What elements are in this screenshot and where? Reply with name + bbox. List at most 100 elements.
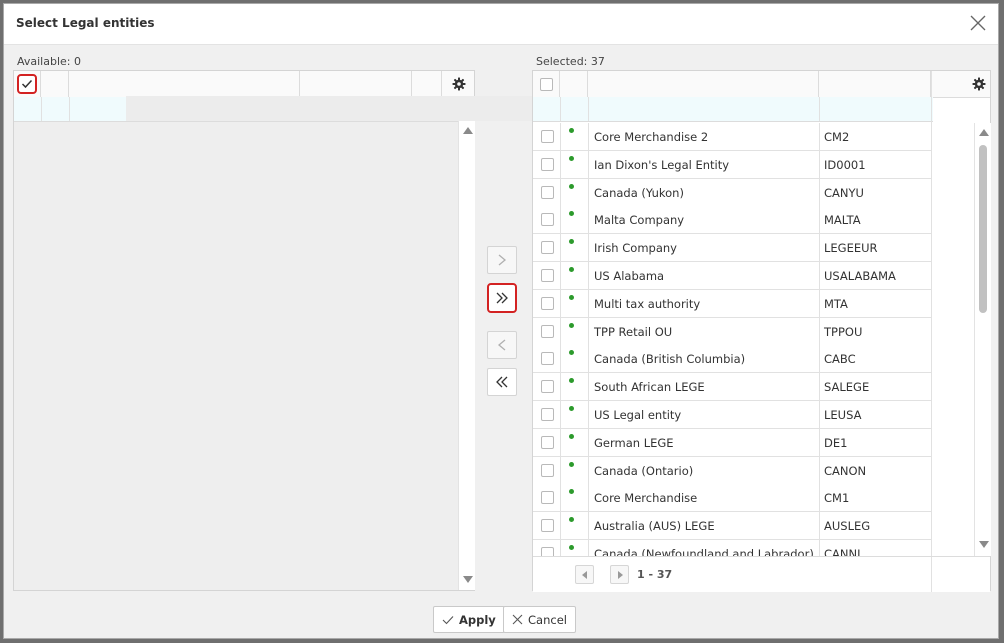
legal-entity-name: US Legal entity (594, 408, 682, 422)
table-row[interactable]: Malta Company MALTA (533, 206, 931, 235)
row-checkbox[interactable] (541, 380, 554, 394)
double-chevron-left-icon (496, 376, 508, 388)
selected-status-column-header[interactable] (560, 71, 588, 97)
scroll-up-icon[interactable] (463, 127, 473, 134)
row-checkbox[interactable] (541, 324, 554, 338)
status-dot-icon (569, 128, 574, 133)
available-column-settings-button[interactable] (451, 76, 467, 92)
blank-overlay (126, 96, 536, 121)
available-extra-column-header[interactable] (412, 71, 442, 97)
scroll-up-icon[interactable] (979, 129, 989, 136)
available-select-all-checkbox[interactable] (17, 74, 37, 94)
pager-range: 1 - 37 (637, 568, 673, 581)
table-row[interactable]: Canada (Ontario) CANON (533, 456, 931, 485)
table-row[interactable]: Australia (AUS) LEGE AUSLEG (533, 512, 931, 541)
table-row[interactable]: Canada (Newfoundland and Labrador) CANNL (533, 540, 931, 556)
table-row[interactable]: German LEGE DE1 (533, 428, 931, 457)
apply-button[interactable]: Apply (433, 606, 505, 633)
status-dot-icon (569, 239, 574, 245)
legal-entity-code: USALABAMA (824, 269, 896, 283)
chevron-right-icon (498, 254, 507, 266)
legal-entity-name: Canada (Yukon) (594, 185, 684, 200)
legal-entity-code: CANON (824, 463, 867, 478)
pager-prev-button[interactable] (575, 565, 594, 584)
scrollbar-thumb[interactable] (979, 145, 987, 313)
triangle-right-icon (617, 570, 623, 579)
available-code-column-header[interactable] (300, 71, 412, 97)
status-dot-icon (569, 545, 574, 550)
apply-button-label: Apply (459, 612, 496, 627)
table-row[interactable]: Multi tax authority MTA (533, 289, 931, 318)
legal-entity-name: Irish Company (594, 241, 677, 256)
available-select-all-cell (14, 71, 41, 97)
table-row[interactable]: US Legal entity LEUSA (533, 401, 931, 429)
scroll-down-icon[interactable] (979, 541, 989, 548)
legal-entity-name: Multi tax authority (594, 296, 701, 311)
row-checkbox[interactable] (541, 185, 554, 199)
table-row[interactable]: Canada (British Columbia) CABC (533, 345, 931, 374)
available-name-column-header[interactable] (69, 71, 300, 97)
cancel-button[interactable]: Cancel (503, 606, 576, 633)
move-selected-left-button[interactable] (487, 331, 517, 359)
available-grid (13, 70, 475, 591)
available-status-column-header[interactable] (41, 71, 69, 97)
selected-scrollbar[interactable] (974, 123, 991, 556)
table-row[interactable]: Canada (Yukon) CANYU (533, 178, 931, 207)
move-selected-right-button[interactable] (487, 246, 517, 274)
status-dot-icon (569, 267, 574, 272)
close-button[interactable] (968, 13, 988, 33)
table-row[interactable]: US Alabama USALABAMA (533, 262, 931, 290)
row-checkbox[interactable] (541, 547, 554, 556)
legal-entity-code: AUSLEG (824, 519, 871, 534)
table-row[interactable]: TPP Retail OU TPPOU (533, 317, 931, 346)
cancel-button-label: Cancel (528, 612, 567, 627)
table-row[interactable]: South African LEGE SALEGE (533, 373, 931, 402)
row-checkbox[interactable] (541, 269, 554, 282)
legal-entity-code: DE1 (824, 435, 848, 450)
chevron-left-icon (497, 339, 506, 351)
move-all-left-button[interactable] (487, 368, 517, 396)
row-checkbox[interactable] (541, 519, 554, 533)
row-checkbox[interactable] (541, 296, 554, 310)
status-dot-icon (569, 406, 574, 411)
available-scrollbar[interactable] (458, 121, 475, 590)
row-checkbox[interactable] (541, 352, 554, 366)
selected-select-all-checkbox[interactable] (540, 78, 553, 91)
status-dot-icon (569, 489, 574, 495)
status-dot-icon (569, 322, 574, 328)
table-row[interactable]: Core Merchandise 2 CM2 (533, 123, 931, 151)
dialog-title: Select Legal entities (16, 16, 155, 30)
close-icon (512, 614, 523, 625)
row-checkbox[interactable] (541, 491, 554, 505)
row-checkbox[interactable] (541, 435, 554, 449)
selected-code-column-header[interactable] (819, 71, 931, 97)
move-all-right-button[interactable] (487, 283, 517, 313)
status-dot-icon (569, 433, 574, 439)
table-row[interactable]: Irish Company LEGEEUR (533, 234, 931, 263)
legal-entity-name: South African LEGE (594, 380, 705, 395)
pager-next-button[interactable] (610, 565, 629, 584)
row-checkbox[interactable] (541, 408, 554, 421)
legal-entity-code: CM2 (824, 130, 850, 144)
scroll-down-icon[interactable] (463, 576, 473, 583)
table-row[interactable]: Ian Dixon's Legal Entity ID0001 (533, 150, 931, 179)
selected-name-column-header[interactable] (588, 71, 819, 97)
status-dot-icon (569, 378, 574, 384)
table-row[interactable]: Core Merchandise CM1 (533, 484, 931, 513)
row-checkbox[interactable] (541, 241, 554, 255)
status-dot-icon (569, 350, 574, 356)
legal-entity-name: Core Merchandise 2 (594, 130, 709, 144)
row-checkbox[interactable] (541, 157, 554, 171)
row-checkbox[interactable] (541, 130, 554, 143)
row-checkbox[interactable] (541, 463, 554, 477)
legal-entity-name: TPP Retail OU (594, 324, 673, 339)
row-checkbox[interactable] (541, 213, 554, 227)
legal-entity-code: LEGEEUR (824, 241, 878, 256)
available-grid-header (14, 71, 474, 98)
legal-entity-name: Canada (Ontario) (594, 463, 694, 478)
legal-entity-name: Canada (British Columbia) (594, 352, 746, 367)
gear-icon (452, 77, 466, 91)
selected-rows: Core Merchandise 2 CM2 Ian Dixon's Legal E… (533, 123, 931, 556)
selected-filter-row[interactable] (533, 97, 933, 122)
selected-column-settings-button[interactable] (971, 76, 987, 92)
